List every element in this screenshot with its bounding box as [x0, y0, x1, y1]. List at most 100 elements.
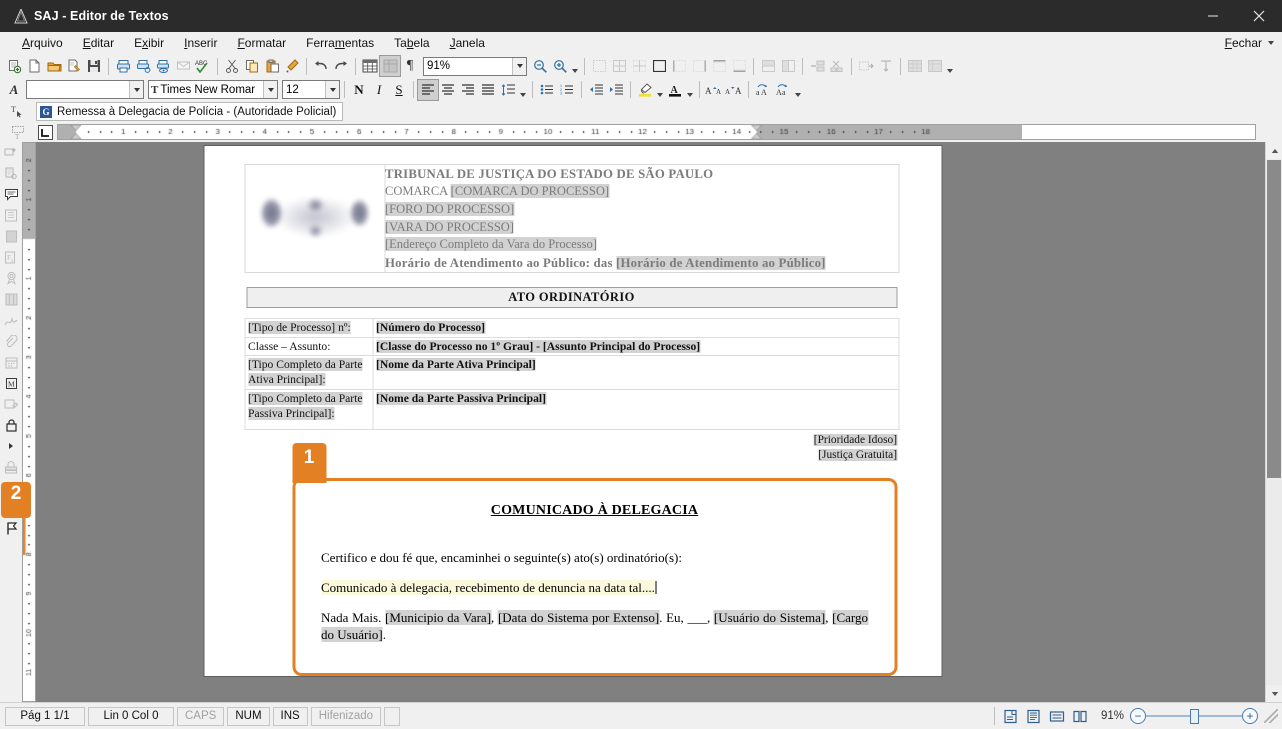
line-spacing-caret-icon[interactable] — [518, 80, 528, 100]
tab-left-icon[interactable] — [38, 124, 53, 140]
table-autoformat-icon[interactable] — [905, 56, 925, 76]
table-border-bottom-icon[interactable] — [729, 56, 749, 76]
status-num[interactable]: NUM — [227, 706, 270, 726]
table-border-top-icon[interactable] — [709, 56, 729, 76]
zoom-in-icon[interactable] — [550, 56, 570, 76]
align-left-icon[interactable] — [417, 78, 439, 101]
format-painter-icon[interactable] — [282, 56, 302, 76]
distribute-columns-icon[interactable] — [876, 56, 896, 76]
align-center-icon[interactable] — [438, 80, 458, 100]
lowercase-icon[interactable]: Aa — [773, 80, 793, 100]
decrease-indent-icon[interactable] — [586, 80, 606, 100]
zoom-in-button[interactable]: + — [1242, 708, 1258, 724]
view-layout-icon[interactable] — [1023, 706, 1045, 726]
resize-grip[interactable] — [1264, 709, 1278, 723]
font-combo-arrow[interactable] — [263, 81, 277, 98]
delete-row-icon[interactable] — [827, 56, 847, 76]
distribute-rows-icon[interactable] — [856, 56, 876, 76]
horizontal-ruler[interactable] — [57, 124, 1256, 140]
zoom-combo-arrow[interactable] — [512, 57, 526, 75]
menu-formatar[interactable]: Formatar — [227, 34, 296, 52]
highlight-caret-icon[interactable] — [655, 80, 665, 100]
increase-indent-icon[interactable] — [606, 80, 626, 100]
uppercase-icon[interactable]: aA — [753, 80, 773, 100]
zoom-out-icon[interactable] — [530, 56, 550, 76]
menu-editar[interactable]: Editar — [73, 34, 124, 52]
scrollbar-thumb[interactable] — [1267, 160, 1281, 478]
menu-inserir[interactable]: Inserir — [174, 34, 227, 52]
view-two-page-icon[interactable] — [1069, 706, 1091, 726]
vertical-ruler[interactable] — [22, 142, 36, 702]
print-view-icon[interactable] — [153, 56, 173, 76]
document-page[interactable]: TRIBUNAL DE JUSTIÇA DO ESTADO DE SÃO PAU… — [204, 146, 941, 676]
text-cursor-icon[interactable]: T — [0, 104, 36, 119]
table-border-right-icon[interactable] — [689, 56, 709, 76]
undo-icon[interactable] — [311, 56, 331, 76]
print-icon[interactable] — [113, 56, 133, 76]
zoom-slider-thumb[interactable] — [1190, 708, 1199, 724]
table-border-outer-icon[interactable] — [649, 56, 669, 76]
view-normal-icon[interactable] — [1000, 706, 1022, 726]
comunicado-callout[interactable]: 1 COMUNICADO À DELEGACIA Certifico e dou… — [292, 442, 897, 676]
zoom-slider[interactable] — [1146, 708, 1242, 724]
callout-paragraph-highlighted[interactable]: Comunicado à delegacia, recebimento de d… — [321, 579, 868, 596]
scroll-up-arrow-icon[interactable] — [1266, 142, 1282, 159]
size-combo-arrow[interactable] — [325, 81, 339, 98]
paragraph-style-icon[interactable]: A — [4, 80, 24, 100]
calendar-icon[interactable] — [1, 352, 21, 372]
paste-icon[interactable] — [262, 56, 282, 76]
pilcrow-icon[interactable]: ¶ — [400, 56, 420, 76]
open-model-icon[interactable] — [64, 56, 84, 76]
redo-icon[interactable] — [331, 56, 351, 76]
document-copy-icon[interactable] — [1, 163, 21, 183]
minimize-button[interactable] — [1190, 0, 1236, 32]
line-spacing-icon[interactable] — [498, 80, 518, 100]
insert-table-icon[interactable] — [360, 56, 380, 76]
zoom-more-caret-icon[interactable] — [570, 56, 580, 76]
highlight-color-icon[interactable] — [635, 80, 655, 100]
mail-icon[interactable] — [173, 56, 193, 76]
font-combo[interactable]: T Times New Romar — [148, 80, 278, 99]
table-style-icon[interactable] — [925, 56, 945, 76]
spellcheck-icon[interactable]: ABC — [193, 56, 213, 76]
italic-button[interactable]: I — [369, 80, 389, 100]
table-more-caret-icon[interactable] — [945, 56, 955, 76]
columns-icon[interactable] — [1, 289, 21, 309]
page-block-icon[interactable] — [1, 226, 21, 246]
status-caps[interactable]: CAPS — [177, 706, 225, 726]
more-arrow-icon[interactable] — [1, 436, 21, 456]
scroll-down-arrow-icon[interactable] — [1266, 685, 1282, 702]
view-web-icon[interactable] — [1046, 706, 1068, 726]
font-color-icon[interactable]: A — [665, 80, 685, 100]
close-button[interactable] — [1236, 0, 1282, 32]
blank-page-icon[interactable] — [24, 56, 44, 76]
new-document-icon[interactable] — [4, 56, 24, 76]
open-folder-icon[interactable] — [44, 56, 64, 76]
zoom-out-button[interactable]: − — [1130, 708, 1146, 724]
split-cells-icon[interactable] — [778, 56, 798, 76]
align-right-icon[interactable] — [458, 80, 478, 100]
document-tab[interactable]: G Remessa à Delegacia de Polícia - (Auto… — [36, 102, 344, 121]
print-preview-icon[interactable] — [133, 56, 153, 76]
table-borders-inner-icon[interactable] — [629, 56, 649, 76]
underline-button[interactable]: S — [389, 80, 409, 100]
menu-exibir[interactable]: Exibir — [124, 34, 174, 52]
menu-fechar[interactable]: Fechar — [1225, 36, 1262, 50]
copy-icon[interactable] — [242, 56, 262, 76]
signature-icon[interactable] — [1, 310, 21, 330]
font-color-caret-icon[interactable] — [685, 80, 695, 100]
save-icon[interactable] — [84, 56, 104, 76]
edit-tag-icon[interactable] — [1, 394, 21, 414]
menu-janela[interactable]: Janela — [440, 34, 495, 52]
menu-ferramentas[interactable]: Ferramentas — [296, 34, 384, 52]
shrink-font-icon[interactable]: AA — [724, 80, 744, 100]
flag-icon[interactable] — [1, 518, 21, 538]
menu-tabela[interactable]: Tabela — [384, 34, 439, 52]
menu-arquivo[interactable]: AArquivorquivo — [12, 34, 73, 52]
comment-balloon-icon[interactable] — [1, 184, 21, 204]
chevron-down-icon[interactable] — [1268, 40, 1274, 45]
table-grid-icon[interactable] — [589, 56, 609, 76]
merge-cells-icon[interactable] — [758, 56, 778, 76]
attachment-icon[interactable] — [1, 331, 21, 351]
table-borders-all-icon[interactable] — [609, 56, 629, 76]
